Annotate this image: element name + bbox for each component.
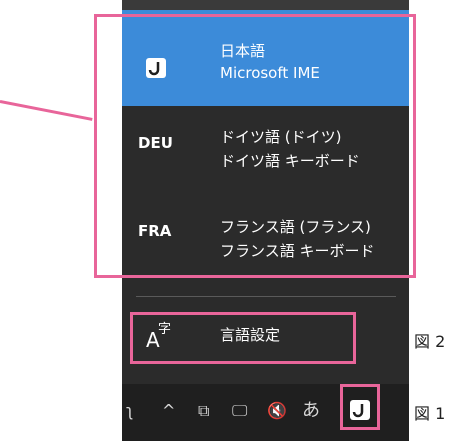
highlight-ime-list	[94, 14, 416, 278]
figure-2-label: 図 2	[414, 332, 446, 351]
input-mode-hiragana-icon[interactable]: あ	[302, 402, 320, 420]
callout-line	[0, 100, 93, 121]
figure-1-label: 図 1	[414, 404, 446, 423]
chevron-up-icon[interactable]: ^	[162, 402, 175, 420]
tray-overflow-edge-icon[interactable]: ʅ	[126, 402, 133, 420]
menu-divider	[136, 296, 396, 297]
app-window-icon[interactable]: ⧉	[198, 402, 209, 420]
highlight-language-settings	[130, 312, 356, 364]
network-icon[interactable]: 🖵	[232, 402, 247, 420]
speaker-muted-icon[interactable]: 🔇	[267, 402, 287, 420]
flyout-top-edge	[122, 0, 409, 10]
highlight-ime-tray-icon	[340, 384, 380, 430]
